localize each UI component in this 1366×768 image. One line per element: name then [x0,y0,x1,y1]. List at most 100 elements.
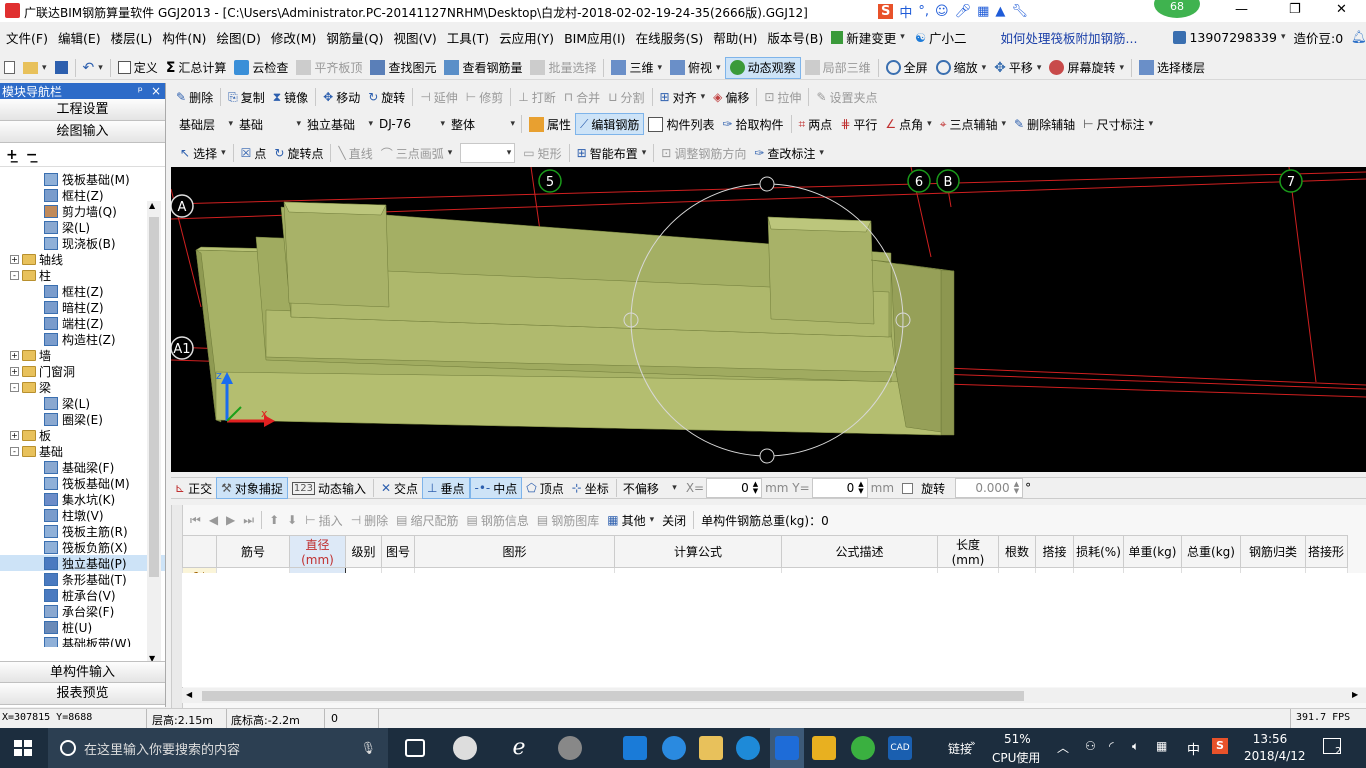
perpendicular-button[interactable]: ⊥ 垂点 [422,477,470,499]
tree-item[interactable]: + 门窗洞 [0,363,165,379]
menu-file[interactable]: 文件(F) [6,28,48,47]
view-rebar-button[interactable]: 查看钢筋量 [440,57,526,79]
file-explorer-icon[interactable] [699,736,723,760]
dimension-button[interactable]: ⊢ 尺寸标注 ▾ [1079,113,1157,135]
menu-view[interactable]: 视图(V) [393,28,436,47]
col-header[interactable]: 图号 [381,535,415,568]
tree-item[interactable]: 柱墩(V) [0,507,165,523]
ortho-button[interactable]: ⊾ 正交 [171,477,216,499]
pan-button[interactable]: ✥ 平移 ▾ [990,57,1045,79]
smart-layout-button[interactable]: ⊞ 智能布置 ▾ [573,142,651,164]
zaojiadou-label[interactable]: 造价豆:0 [1293,28,1343,47]
tree-item[interactable]: 暗柱(Z) [0,299,165,315]
edge-icon[interactable] [623,736,647,760]
component-select[interactable]: DJ-76 ▾ [376,114,448,134]
expand-node-icon[interactable]: + [10,254,19,264]
menu-version[interactable]: 版本号(B) [767,28,823,47]
define-button[interactable]: 定义 [114,57,162,79]
menu-cloud[interactable]: 云应用(Y) [499,28,554,47]
local-3d-button[interactable]: 局部三维 [801,57,875,79]
people-icon[interactable]: ⚇ [1085,739,1096,753]
point-button[interactable]: ☒ 点 [237,142,271,164]
summary-calc-button[interactable]: Σ 汇总计算 [162,57,231,79]
tray-expand-icon[interactable]: ︿ [1057,739,1069,756]
col-header[interactable]: 直径(mm) [289,535,346,568]
top-view-button[interactable]: 俯视 ▾ [666,57,725,79]
check-annotation-button[interactable]: ✑ 查改标注 ▾ [750,142,828,164]
notes-app-icon[interactable] [812,736,836,760]
cad-app-icon[interactable]: CAD [888,736,912,760]
insert-button[interactable]: ⊢ 插入 [301,509,346,531]
tree-item[interactable]: 集水坑(K) [0,491,165,507]
col-header[interactable]: 筋号 [216,535,290,568]
scroll-left-icon[interactable]: ◀ [186,690,192,699]
clock-time[interactable]: 13:56 [1248,732,1292,746]
tree-item[interactable]: 剪力墙(Q) [0,203,165,219]
nav-close-icon[interactable]: × [151,84,161,98]
ggj-app-icon[interactable] [775,736,799,760]
split-button[interactable]: ⊔ 分割 [604,86,648,108]
tree-item[interactable]: 梁(L) [0,395,165,411]
ime-tray-label[interactable]: 中 [1187,739,1200,758]
open-file-button[interactable]: ▾ [19,57,51,79]
tree-item[interactable]: - 基础 [0,443,165,459]
tree-item[interactable]: 筏板基础(M) [0,171,165,187]
hscroll-thumb[interactable] [202,691,1024,701]
menu-tools[interactable]: 工具(T) [447,28,489,47]
col-header[interactable]: 长度(mm) [937,535,999,568]
col-header[interactable]: 钢筋归类 [1240,535,1306,568]
other-button[interactable]: ▦ 其他 ▾ [603,509,658,531]
new-change-button[interactable]: 新建变更 ▾ [831,28,905,47]
dynamic-input-button[interactable]: 123 动态输入 [288,477,370,499]
undo-button[interactable]: ↶ ▾ [79,57,107,79]
ie-blue-icon[interactable] [662,736,686,760]
move-button[interactable]: ✥ 移动 [319,86,364,108]
tree-item[interactable]: 条形基础(T) [0,571,165,587]
table-hscrollbar[interactable]: ◀ ▶ [182,688,1366,703]
prev-record-button[interactable]: ◀ [205,509,222,531]
tree-item[interactable]: 筏板负筋(X) [0,539,165,555]
align-button[interactable]: ⊞ 对齐 ▾ [656,86,710,108]
grip-settings-button[interactable]: ✎ 设置夹点 [812,86,881,108]
delete-button[interactable]: ✎ 删除 [172,86,217,108]
expand-node-icon[interactable]: + [10,366,19,376]
microphone-icon[interactable]: 🎙︎ [361,741,376,755]
scope-select[interactable]: 整体 ▾ [448,114,518,134]
type-select[interactable]: 独立基础 ▾ [304,114,376,134]
floor-select[interactable]: 基础层 ▾ [176,114,236,134]
maximize-button[interactable]: ❐ [1289,2,1301,17]
3d-button[interactable]: 三维 ▾ [607,57,666,79]
faq-link[interactable]: 如何处理筏板附加钢筋... [1001,28,1138,47]
menu-bim[interactable]: BIM应用(I) [564,28,626,47]
tree-item[interactable]: 筏板主筋(R) [0,523,165,539]
fullscreen-button[interactable]: 全屏 [882,57,932,79]
collapse-all-icon[interactable]: −̲ [26,147,38,163]
col-header[interactable]: 计算公式 [614,535,782,568]
tree-item[interactable]: 承台梁(F) [0,603,165,619]
y-input[interactable]: 0 ▲ ▼ [811,478,868,498]
tree-item[interactable]: -梁 [0,379,165,395]
offset-button[interactable]: ◈ 偏移 [709,86,753,108]
menu-draw[interactable]: 绘图(D) [216,28,260,47]
user-account[interactable]: 13907298339 ▾ [1173,30,1285,45]
wifi-icon[interactable]: ◜ [1109,739,1114,753]
last-record-button[interactable]: ⏭ [239,509,258,531]
task-view-icon[interactable] [405,739,425,757]
col-header[interactable]: 搭接 [1035,535,1074,568]
close-panel-button[interactable]: 关闭 [658,509,690,531]
move-down-button[interactable]: ⬇ [283,509,301,531]
tree-item[interactable]: 圈梁(E) [0,411,165,427]
tree-scrollbar[interactable]: ▲ ▼ [147,201,161,663]
rotate-point-button[interactable]: ↻ 旋转点 [270,142,327,164]
start-button[interactable] [14,740,32,756]
guangxiaoer-button[interactable]: ☯ 广小二 [915,28,967,47]
expand-node-icon[interactable]: + [10,350,19,360]
tree-item[interactable]: 基础梁(F) [0,459,165,475]
tree-item[interactable]: 端柱(Z) [0,315,165,331]
three-point-axis-button[interactable]: ⌖ 三点辅轴 ▾ [936,113,1010,135]
scroll-up-icon[interactable]: ▲ [149,201,155,210]
expand-node-icon[interactable]: + [10,430,19,440]
clock-date[interactable]: 2018/4/12 [1244,749,1306,763]
expand-all-icon[interactable]: +̲ [6,147,18,163]
rotate-checkbox[interactable] [902,482,914,494]
